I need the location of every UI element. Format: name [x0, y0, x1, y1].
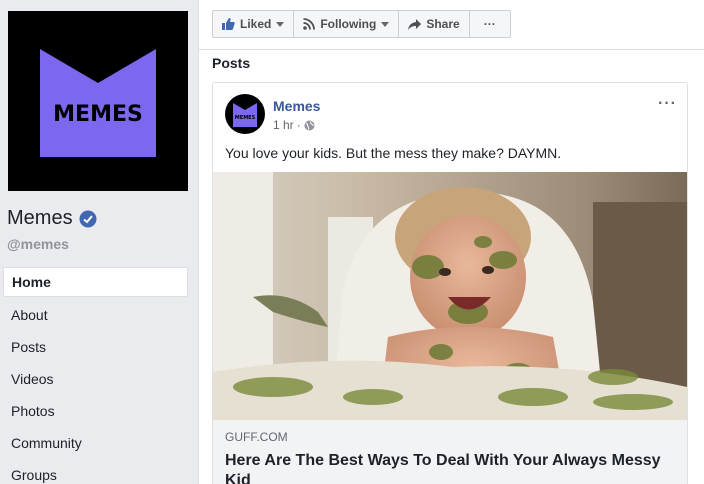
- page-title[interactable]: Memes: [7, 207, 97, 230]
- page-name-text: Memes: [7, 207, 73, 229]
- post-options-button[interactable]: ···: [658, 95, 677, 113]
- ellipsis-icon: ···: [483, 17, 496, 31]
- share-arrow-icon: [408, 18, 422, 30]
- thumbs-up-icon: [222, 18, 235, 30]
- post-text: You love your kids. But the mess they ma…: [225, 145, 562, 161]
- nav-item-groups[interactable]: Groups: [3, 459, 188, 484]
- memes-logo-icon: MEMES: [233, 103, 257, 127]
- post-card: MEMES Memes 1 hr · ··· You love your kid…: [212, 82, 688, 484]
- post-meta: 1 hr ·: [273, 118, 315, 132]
- post-timestamp[interactable]: 1 hr: [273, 118, 294, 132]
- more-options-button[interactable]: ···: [470, 11, 510, 37]
- share-button[interactable]: Share: [399, 11, 470, 37]
- liked-button[interactable]: Liked: [213, 11, 295, 37]
- link-headline[interactable]: Here Are The Best Ways To Deal With Your…: [225, 451, 675, 484]
- logo-text: MEMES: [53, 102, 143, 127]
- following-button[interactable]: Following: [294, 11, 400, 37]
- liked-label: Liked: [240, 17, 272, 31]
- messy-toddler-image: [213, 172, 687, 420]
- chevron-down-icon: [276, 21, 285, 27]
- page-nav: Home About Posts Videos Photos Community…: [3, 267, 188, 484]
- page-handle[interactable]: @memes: [7, 236, 69, 252]
- left-column: MEMES Memes @memes Home About Posts Vide…: [0, 0, 198, 484]
- nav-item-videos[interactable]: Videos: [3, 363, 188, 395]
- page-profile-picture[interactable]: MEMES: [8, 11, 188, 191]
- nav-item-photos[interactable]: Photos: [3, 395, 188, 427]
- link-preview[interactable]: GUFF.COM Here Are The Best Ways To Deal …: [213, 420, 687, 484]
- verified-badge-icon: [79, 210, 97, 227]
- globe-icon: [304, 120, 315, 130]
- main-column: Liked Following Share ··· Posts MEMES Me…: [198, 0, 704, 484]
- following-label: Following: [320, 17, 377, 31]
- nav-item-community[interactable]: Community: [3, 427, 188, 459]
- page-action-bar: Liked Following Share ···: [212, 10, 511, 38]
- share-label: Share: [426, 17, 460, 31]
- separator-dot: ·: [296, 118, 301, 132]
- post-photo[interactable]: [213, 172, 687, 420]
- posts-section-title: Posts: [199, 49, 704, 75]
- chevron-down-icon: [381, 21, 390, 27]
- link-domain: GUFF.COM: [225, 430, 288, 444]
- author-avatar[interactable]: MEMES: [225, 94, 265, 134]
- post-author-link[interactable]: Memes: [273, 98, 320, 114]
- avatar-logo-text: MEMES: [235, 115, 256, 121]
- nav-item-posts[interactable]: Posts: [3, 331, 188, 363]
- memes-logo-icon: MEMES: [40, 49, 156, 157]
- rss-feed-icon: [303, 18, 316, 30]
- nav-item-home[interactable]: Home: [3, 267, 188, 297]
- nav-item-about[interactable]: About: [3, 299, 188, 331]
